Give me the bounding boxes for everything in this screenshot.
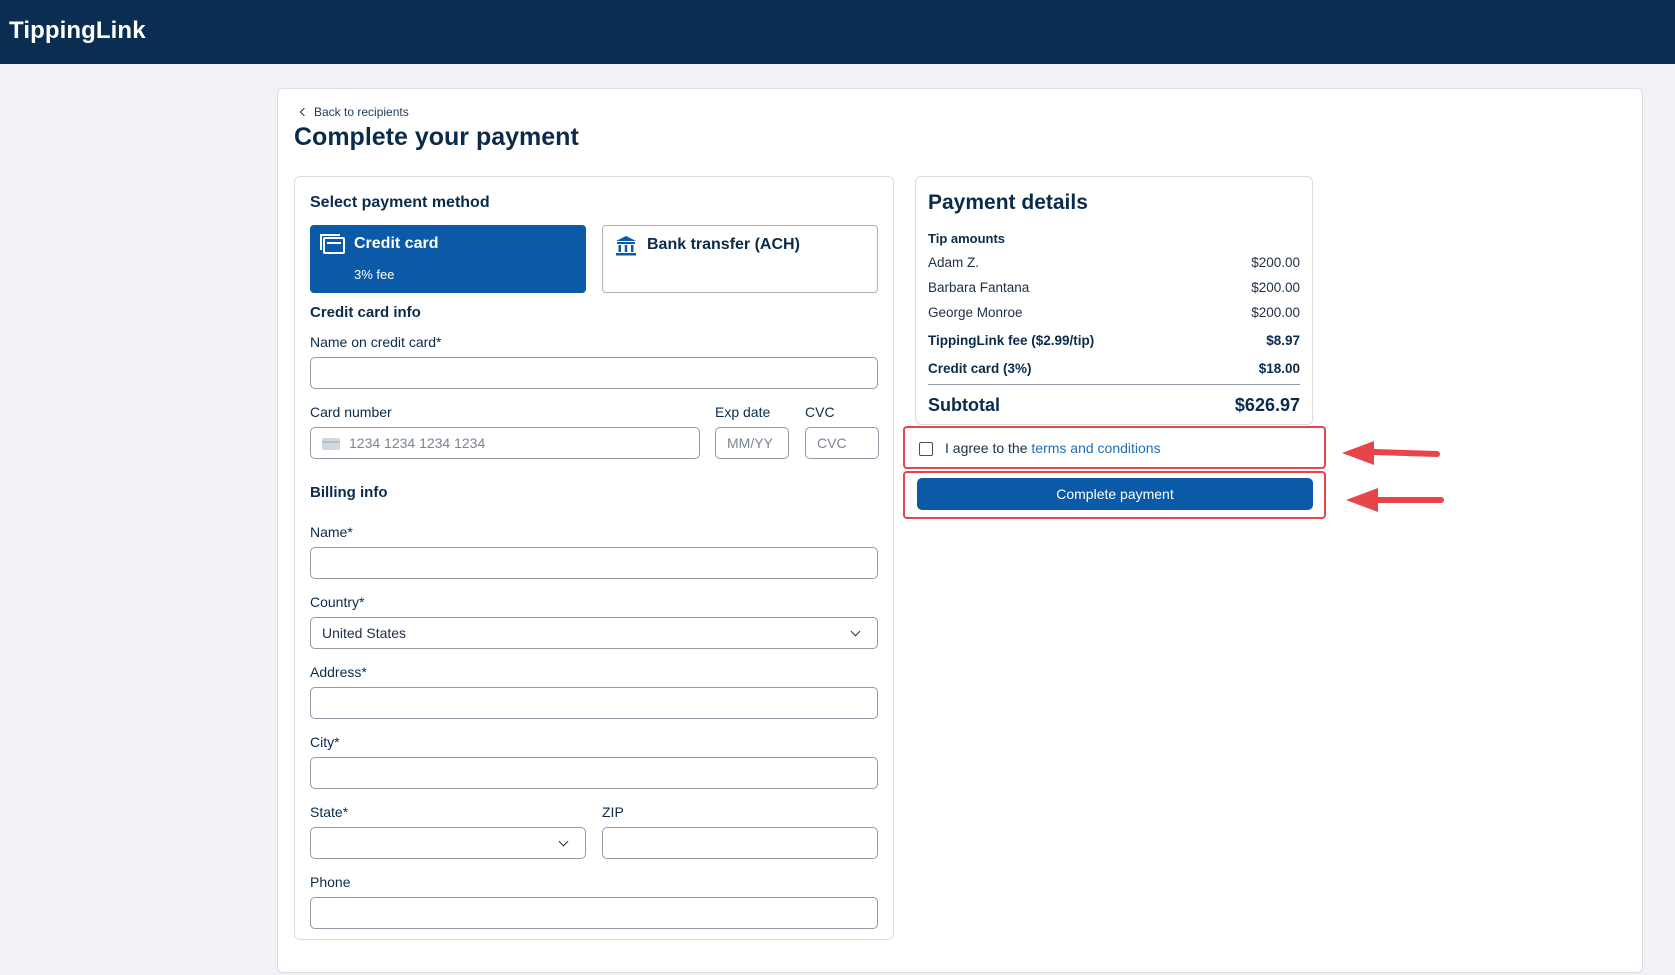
page-title: Complete your payment: [294, 123, 579, 151]
tip-amounts-heading: Tip amounts: [928, 231, 1006, 246]
back-to-recipients-link[interactable]: Back to recipients: [298, 105, 409, 119]
cc-fee-amount: $18.00: [1258, 361, 1300, 376]
terms-and-conditions-link[interactable]: terms and conditions: [1031, 440, 1160, 456]
fee-amount: $8.97: [1266, 333, 1300, 348]
method-name: Bank transfer (ACH): [647, 236, 800, 253]
terms-checkbox[interactable]: [919, 442, 933, 456]
chevron-down-icon: [558, 836, 569, 847]
cvc-placeholder: CVC: [817, 435, 847, 451]
tip-amount: $200.00: [1251, 280, 1300, 295]
method-name: Credit card: [354, 235, 439, 252]
country-select[interactable]: United States: [310, 617, 878, 649]
tip-recipient: Barbara Fantana: [928, 280, 1030, 295]
tip-row: George Monroe $200.00: [928, 305, 1300, 320]
agreement-prefix: I agree to the: [945, 440, 1032, 456]
credit-card-info-heading: Credit card info: [310, 304, 421, 321]
tip-amount: $200.00: [1251, 255, 1300, 270]
billing-name-input[interactable]: [310, 547, 878, 579]
credit-card-icon: [320, 234, 345, 254]
chevron-left-icon: [299, 107, 309, 117]
exp-date-label: Exp date: [715, 404, 771, 420]
state-select[interactable]: [310, 827, 586, 859]
annotation-arrow-left-icon: [1346, 488, 1444, 512]
tip-row: Adam Z. $200.00: [928, 255, 1300, 270]
subtotal-row: Subtotal $626.97: [928, 395, 1300, 416]
bank-transfer-method-option[interactable]: Bank transfer (ACH): [602, 225, 878, 293]
phone-label: Phone: [310, 874, 351, 890]
terms-agreement-text: I agree to the terms and conditions: [945, 440, 1161, 456]
tippinglink-fee-row: TippingLink fee ($2.99/tip) $8.97: [928, 333, 1300, 348]
top-navigation-bar: TippingLink: [0, 0, 1675, 64]
annotation-arrow-left-icon: [1342, 441, 1440, 465]
address-input[interactable]: [310, 687, 878, 719]
card-placeholder-icon: [322, 438, 340, 450]
brand-logo[interactable]: TippingLink: [9, 17, 146, 45]
cc-fee-label: Credit card (3%): [928, 361, 1032, 376]
subtotal-amount: $626.97: [1234, 395, 1300, 415]
credit-card-fee-row: Credit card (3%) $18.00: [928, 361, 1300, 376]
name-on-card-input[interactable]: [310, 357, 878, 389]
exp-date-input[interactable]: MM/YY: [715, 427, 789, 459]
method-fee: 3% fee: [354, 267, 395, 282]
subtotal-divider: [928, 384, 1300, 385]
complete-payment-button[interactable]: Complete payment: [917, 478, 1313, 510]
phone-input[interactable]: [310, 897, 878, 929]
chevron-down-icon: [850, 626, 861, 637]
payment-page-card: Back to recipients Complete your payment…: [277, 88, 1643, 973]
city-label: City*: [310, 734, 340, 750]
country-value: United States: [322, 625, 407, 641]
tip-recipient: Adam Z.: [928, 255, 980, 270]
payment-details-panel: Payment details Tip amounts Adam Z. $200…: [915, 176, 1313, 425]
zip-label: ZIP: [602, 804, 624, 820]
state-label: State*: [310, 804, 349, 820]
zip-input[interactable]: [602, 827, 878, 859]
bank-icon: [616, 236, 636, 256]
payment-form-panel: Select payment method Credit card 3% fee…: [294, 176, 894, 940]
payment-method-heading: Select payment method: [310, 194, 490, 211]
card-number-placeholder: 1234 1234 1234 1234: [349, 435, 486, 451]
billing-info-heading: Billing info: [310, 484, 388, 501]
address-label: Address*: [310, 664, 367, 680]
exp-date-placeholder: MM/YY: [727, 435, 773, 451]
country-label: Country*: [310, 594, 365, 610]
billing-name-label: Name*: [310, 524, 353, 540]
tip-recipient: George Monroe: [928, 305, 1023, 320]
payment-details-heading: Payment details: [928, 191, 1088, 214]
complete-payment-highlight: Complete payment: [903, 471, 1326, 519]
fee-label: TippingLink fee ($2.99/tip): [928, 333, 1095, 348]
subtotal-label: Subtotal: [928, 395, 1000, 415]
back-link-label: Back to recipients: [314, 105, 409, 119]
card-number-input[interactable]: 1234 1234 1234 1234: [310, 427, 700, 459]
tip-amount: $200.00: [1251, 305, 1300, 320]
terms-agreement-highlight: I agree to the terms and conditions: [903, 426, 1326, 469]
city-input[interactable]: [310, 757, 878, 789]
cvc-label: CVC: [805, 404, 835, 420]
card-number-label: Card number: [310, 404, 392, 420]
tip-row: Barbara Fantana $200.00: [928, 280, 1300, 295]
cvc-input[interactable]: CVC: [805, 427, 879, 459]
name-on-card-label: Name on credit card*: [310, 334, 442, 350]
credit-card-method-option[interactable]: Credit card 3% fee: [310, 225, 586, 293]
